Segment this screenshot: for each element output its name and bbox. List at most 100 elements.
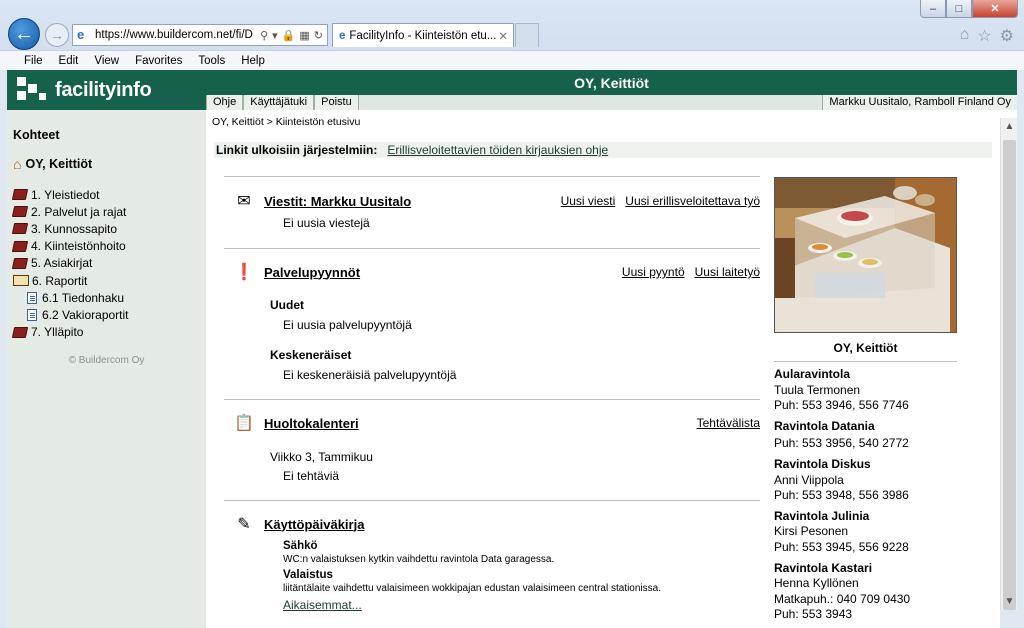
refresh-icon[interactable]: ↻ [314, 29, 323, 42]
gear-icon[interactable]: ⚙ [1000, 26, 1014, 46]
minimize-icon[interactable]: – [920, 0, 946, 18]
list-item: Ravintola Julinia Kirsi Pesonen Puh: 553… [774, 509, 974, 556]
new-billable-work-link[interactable]: Uusi erillisveloitettava työ [625, 194, 760, 208]
app-header: facilityinfo OY, Keittiöt Ohje Käyttäjät… [7, 70, 1017, 110]
section-divider [774, 361, 957, 362]
ie-tab-icon: e [339, 29, 346, 42]
window-frame-left [0, 70, 7, 628]
restaurant-phone: Puh: 553 3948, 556 3986 [774, 488, 909, 503]
restaurant-phone: Puh: 553 3956, 540 2772 [774, 436, 909, 451]
restaurant-name: Ravintola Julinia [774, 508, 870, 523]
sidebar-item-palvelut[interactable]: 2. Palvelut ja rajat [11, 203, 200, 220]
messages-title[interactable]: Viestit: Markku Uusitalo [264, 194, 411, 209]
list-item: Aularavintola Tuula Termonen Puh: 553 39… [774, 367, 974, 414]
external-links-label: Linkit ulkoisiin järjestelmiin: [216, 143, 378, 157]
requests-new-text: Ei uusia palvelupyyntöjä [283, 318, 412, 332]
browser-tab[interactable]: e FacilityInfo - Kiinteistön etu... ✕ [332, 23, 514, 47]
tab-close-icon[interactable]: ✕ [498, 29, 508, 43]
sidebar-item-vakioraportit[interactable]: 6.2 Vakioraportit [13, 306, 200, 323]
browser-chrome: – □ ✕ ← → e https://www.buildercom.net/f… [0, 0, 1024, 70]
sidebar-item-label: 3. Kunnossapito [31, 221, 118, 236]
window-controls: – □ ✕ [920, 0, 1018, 18]
dropdown-icon[interactable]: ▾ [272, 29, 278, 42]
notebook-pen-icon: ✎ [237, 516, 251, 533]
arrow-left-icon: ← [14, 22, 34, 45]
sidebar-item-asiakirjat[interactable]: 5. Asiakirjat [11, 255, 200, 272]
new-request-link[interactable]: Uusi pyyntö [622, 265, 685, 279]
log-entry-text: liitäntälaite vaihdettu valaisimeen wokk… [283, 583, 661, 594]
log-entry-title: Sähkö [283, 540, 318, 552]
sidebar-item-raportit[interactable]: 6. Raportit [13, 272, 200, 289]
sidebar-root-label: OY, Keittiöt [25, 157, 93, 171]
log-more-link[interactable]: Aikaisemmat... [283, 598, 362, 612]
new-device-work-link[interactable]: Uusi laitetyö [695, 265, 760, 279]
forward-button[interactable]: → [45, 23, 69, 47]
requests-title[interactable]: Palvelupyynnöt [264, 265, 360, 280]
restaurant-phone: Puh: 553 3946, 556 7746 [774, 398, 909, 413]
lock-icon[interactable]: 🔒 [282, 29, 296, 42]
log-title[interactable]: Käyttöpäiväkirja [264, 517, 364, 532]
photo-caption: OY, Keittiöt [833, 341, 898, 355]
scroll-down-icon[interactable]: ▼ [1001, 593, 1018, 610]
current-user: Markku Uusitalo, Ramboll Finland Oy [822, 95, 1017, 110]
sidebar-root[interactable]: ⌂ OY, Keittiöt [13, 156, 200, 172]
home-icon[interactable]: ⌂ [960, 26, 970, 46]
nav-help[interactable]: Ohje [206, 95, 244, 110]
sidebar-item-label: 6. Raportit [32, 273, 88, 288]
nav-logout[interactable]: Poistu [314, 95, 359, 110]
sidebar-item-kiinteistonhoito[interactable]: 4. Kiinteistönhoito [11, 238, 200, 255]
menu-view[interactable]: View [94, 55, 119, 67]
menu-tools[interactable]: Tools [198, 55, 225, 67]
menu-file[interactable]: File [24, 55, 43, 67]
calendar-title[interactable]: Huoltokalenteri [264, 416, 359, 431]
book-icon [11, 240, 29, 252]
sidebar-item-yllapito[interactable]: 7. Ylläpito [11, 324, 200, 341]
vertical-scrollbar[interactable]: ▲ ▼ [1000, 118, 1017, 610]
section-divider [224, 399, 760, 400]
sidebar-item-yleistiedot[interactable]: 1. Yleistiedot [11, 186, 200, 203]
log-entry-title: Valaistus [283, 569, 333, 581]
new-tab-button[interactable] [515, 23, 539, 47]
restaurant-name: Ravintola Kastari [774, 560, 873, 575]
task-list-link[interactable]: Tehtävälista [697, 416, 760, 430]
address-url[interactable]: https://www.buildercom.net/fi/D [95, 29, 260, 41]
sidebar-item-kunnossapito[interactable]: 3. Kunnossapito [11, 220, 200, 237]
menu-favorites[interactable]: Favorites [135, 55, 182, 67]
section-divider [224, 500, 760, 501]
scroll-up-icon[interactable]: ▲ [1001, 118, 1018, 135]
calendar-week: Viikko 3, Tammikuu [270, 450, 373, 464]
sidebar: Kohteet ⌂ OY, Keittiöt 1. Yleistiedot 2.… [7, 110, 206, 628]
book-icon [11, 223, 29, 235]
logo[interactable]: facilityinfo [7, 70, 206, 110]
menu-edit[interactable]: Edit [59, 55, 79, 67]
sidebar-item-label: 4. Kiinteistönhoito [31, 239, 126, 254]
new-message-link[interactable]: Uusi viesti [561, 194, 616, 208]
sidebar-item-tiedonhaku[interactable]: 6.1 Tiedonhaku [13, 289, 200, 306]
close-icon[interactable]: ✕ [972, 0, 1018, 18]
restaurant-contact: Anni Viippola [774, 472, 844, 487]
search-icon[interactable]: ⚲ [260, 29, 268, 42]
restaurant-mobile: Matkapuh.: 040 709 0430 [774, 591, 911, 606]
restaurant-name: Ravintola Datania [774, 418, 875, 433]
log-entry-text: WC:n valaistuksen kytkin vaihdettu ravin… [283, 554, 555, 565]
maximize-icon[interactable]: □ [946, 0, 972, 18]
requests-header: ❗ Palvelupyynnöt Uusi pyyntö Uusi laitet… [224, 262, 760, 282]
star-icon[interactable]: ☆ [977, 26, 991, 46]
page-title: OY, Keittiöt [206, 70, 1017, 94]
menu-help[interactable]: Help [241, 55, 265, 67]
compat-icon[interactable]: ▦ [299, 29, 309, 42]
sidebar-title: Kohteet [13, 128, 60, 142]
messages-empty: Ei uusia viestejä [283, 216, 370, 230]
requests-open-label: Keskeneräiset [270, 348, 352, 362]
sidebar-item-label: 2. Palvelut ja rajat [31, 204, 127, 219]
logo-text: facilityinfo [55, 78, 152, 101]
arrow-right-icon: → [50, 27, 64, 43]
requests-open-text: Ei keskeneräisiä palvelupyyntöjä [283, 368, 457, 382]
section-divider [224, 176, 760, 177]
external-link[interactable]: Erillisveloitettavien töiden kirjauksien… [387, 143, 608, 157]
calendar-empty: Ei tehtäviä [283, 469, 340, 483]
scroll-thumb[interactable] [1003, 140, 1016, 610]
address-bar[interactable]: e https://www.buildercom.net/fi/D ⚲ ▾ 🔒 … [72, 24, 328, 46]
back-button[interactable]: ← [8, 18, 40, 50]
nav-support[interactable]: Käyttäjätuki [243, 95, 315, 110]
